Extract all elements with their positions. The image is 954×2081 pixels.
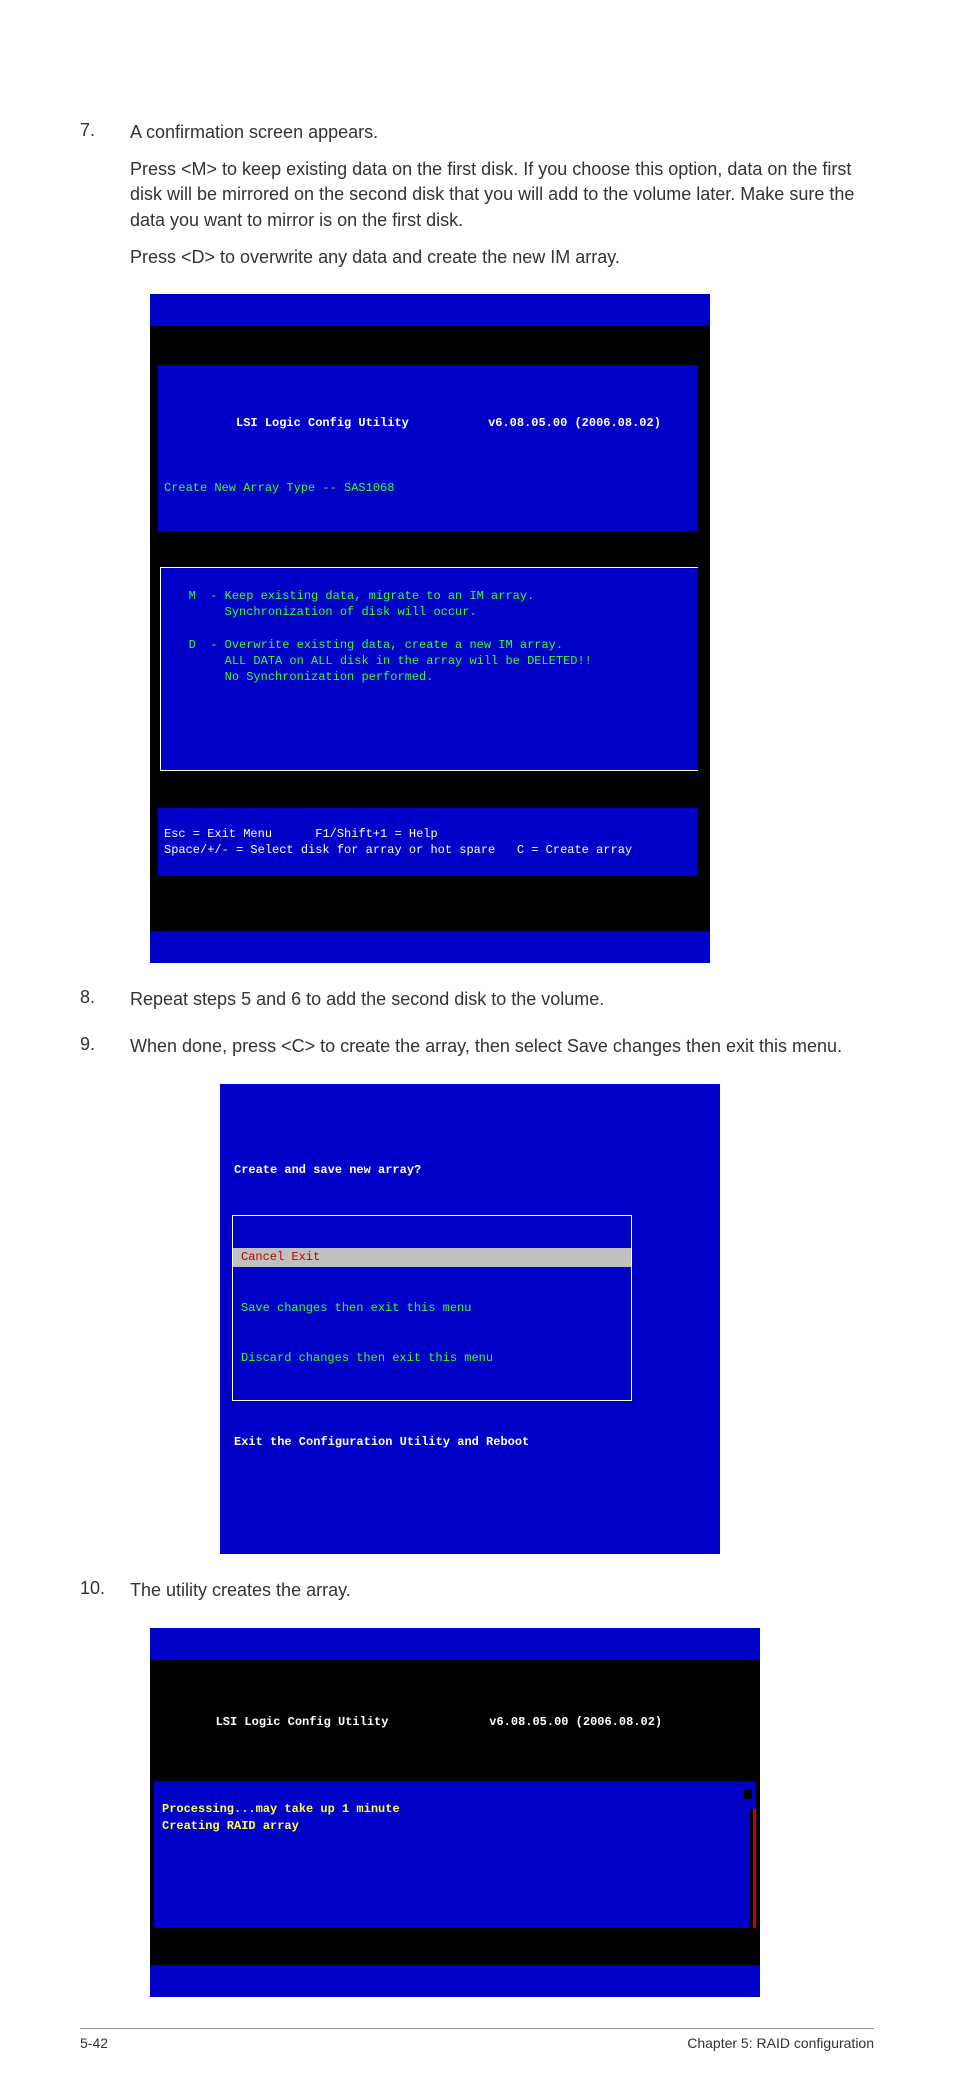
step-10-text: The utility creates the array. — [130, 1578, 874, 1603]
step-body: A confirmation screen appears. Press <M>… — [130, 120, 874, 282]
term1-title-right: v6.08.05.00 (2006.08.02) — [488, 416, 661, 430]
step-7: 7. A confirmation screen appears. Press … — [80, 120, 874, 282]
term1-opt-d-line1: D - Overwrite existing data, create a ne… — [189, 638, 563, 652]
menu-item-save[interactable]: Save changes then exit this menu — [233, 1299, 631, 1317]
step-8: 8. Repeat steps 5 and 6 to add the secon… — [80, 987, 874, 1024]
footer-chapter: Chapter 5: RAID configuration — [687, 2035, 874, 2051]
step-10: 10. The utility creates the array. — [80, 1578, 874, 1615]
term3-processing-line: Processing...may take up 1 minute — [162, 1802, 400, 1816]
document-page: 7. A confirmation screen appears. Press … — [0, 0, 954, 2081]
step-body: The utility creates the array. — [130, 1578, 874, 1615]
menu-title: Create and save new array? — [228, 1158, 712, 1182]
step-number: 10. — [80, 1578, 130, 1615]
term3-title-right: v6.08.05.00 (2006.08.02) — [489, 1715, 662, 1729]
term1-opt-d-line3: No Synchronization performed. — [189, 670, 434, 684]
term3-creating-line: Creating RAID array — [162, 1819, 299, 1833]
page-footer: 5-42 Chapter 5: RAID configuration — [80, 2028, 874, 2051]
terminal-confirmation: LSI Logic Config Utility v6.08.05.00 (20… — [150, 294, 710, 963]
step-body: Repeat steps 5 and 6 to add the second d… — [130, 987, 874, 1024]
term1-footer-help: F1/Shift+1 = Help — [315, 827, 437, 841]
step-7-line3: Press <D> to overwrite any data and crea… — [130, 245, 874, 270]
terminal-processing: LSI Logic Config Utility v6.08.05.00 (20… — [150, 1628, 760, 1998]
step-number: 9. — [80, 1034, 130, 1071]
term1-footer-create: C = Create array — [517, 843, 632, 857]
step-7-line2: Press <M> to keep existing data on the f… — [130, 157, 874, 233]
menu-below-text: Exit the Configuration Utility and Reboo… — [228, 1433, 712, 1451]
step-8-text: Repeat steps 5 and 6 to add the second d… — [130, 987, 874, 1012]
term1-subtitle: Create New Array Type -- SAS1068 — [164, 480, 696, 496]
menu-item-discard[interactable]: Discard changes then exit this menu — [233, 1349, 631, 1367]
term1-opt-m-line1: M - Keep existing data, migrate to an IM… — [189, 589, 535, 603]
step-9: 9. When done, press <C> to create the ar… — [80, 1034, 874, 1071]
terminal-save-menu: Create and save new array? Cancel Exit S… — [220, 1084, 720, 1555]
term1-opt-d-line2: ALL DATA on ALL disk in the array will b… — [189, 654, 592, 668]
menu-item-cancel[interactable]: Cancel Exit — [233, 1248, 631, 1266]
term3-title-left: LSI Logic Config Utility — [216, 1715, 389, 1729]
menu-box: Cancel Exit Save changes then exit this … — [232, 1215, 632, 1401]
term1-title-left: LSI Logic Config Utility — [236, 416, 409, 430]
step-7-line1: A confirmation screen appears. — [130, 120, 874, 145]
term1-opt-m-line2: Synchronization of disk will occur. — [189, 605, 477, 619]
step-body: When done, press <C> to create the array… — [130, 1034, 874, 1071]
term1-footer-esc: Esc = Exit Menu — [164, 827, 272, 841]
term1-footer-space: Space/+/- = Select disk for array or hot… — [164, 843, 495, 857]
step-number: 7. — [80, 120, 130, 282]
step-number: 8. — [80, 987, 130, 1024]
step-9-text: When done, press <C> to create the array… — [130, 1034, 874, 1059]
footer-page-num: 5-42 — [80, 2035, 108, 2051]
